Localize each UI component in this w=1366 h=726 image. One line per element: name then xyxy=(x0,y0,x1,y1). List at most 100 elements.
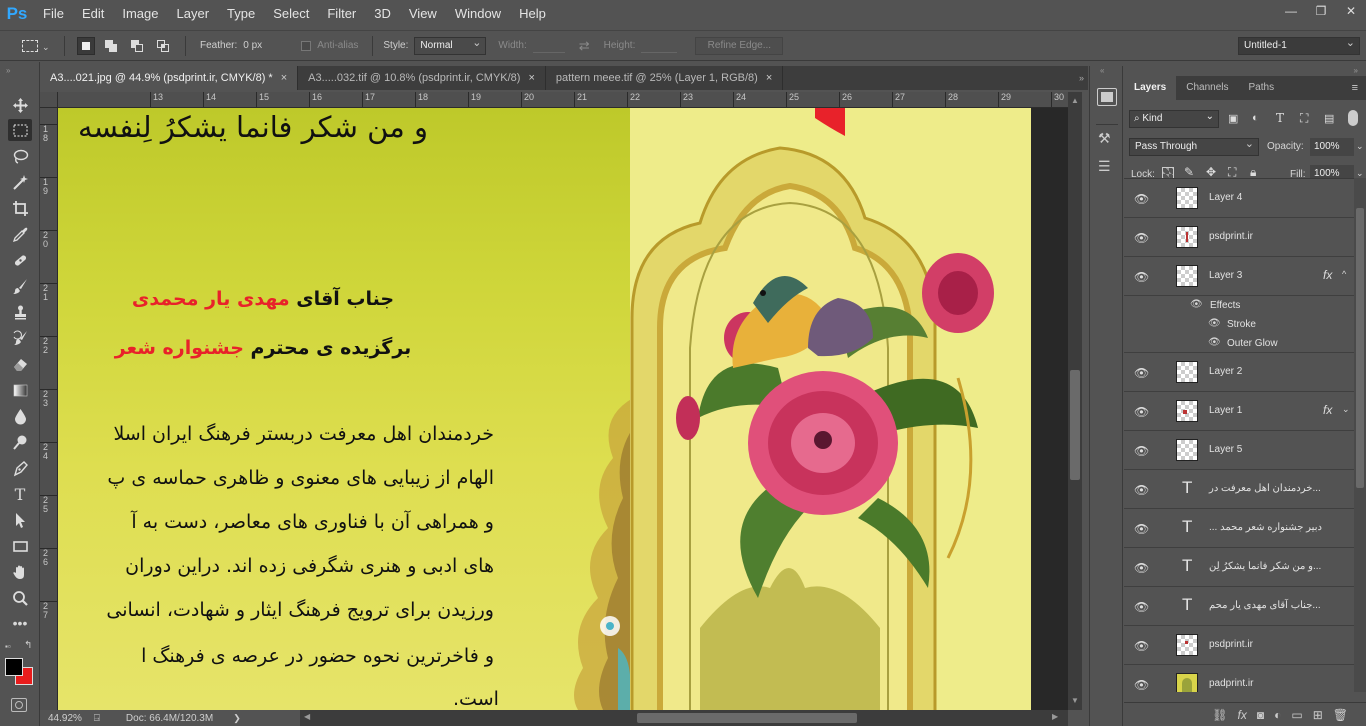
tab-document-3[interactable]: pattern meee.tif @ 25% (Layer 1, RGB/8) × xyxy=(546,66,784,90)
ruler-origin[interactable] xyxy=(40,92,58,108)
menu-3d[interactable]: 3D xyxy=(365,0,400,28)
visibility-eye-icon[interactable]: 👁︎ xyxy=(1134,192,1149,206)
width-input[interactable] xyxy=(532,39,565,53)
clone-stamp-tool-icon[interactable] xyxy=(8,301,32,323)
layer-row[interactable]: 👁︎ Layer 1 fx ⌄ xyxy=(1124,392,1366,431)
history-panel-icon[interactable] xyxy=(1097,88,1117,106)
tab-layers[interactable]: Layers xyxy=(1124,76,1177,100)
close-icon[interactable]: ✕ xyxy=(1336,0,1366,22)
subtract-selection-icon[interactable] xyxy=(129,37,147,55)
filter-toggle[interactable] xyxy=(1348,110,1358,126)
eyedropper-tool-icon[interactable] xyxy=(8,223,32,245)
layer-row[interactable]: 👁︎ Layer 5 xyxy=(1124,431,1366,470)
scroll-down-icon[interactable]: ▼ xyxy=(1071,696,1079,705)
link-layers-icon[interactable]: ⛓ xyxy=(1212,708,1227,722)
effect-row[interactable]: 👁︎ Outer Glow xyxy=(1124,334,1366,353)
visibility-eye-icon[interactable]: 👁︎ xyxy=(1134,600,1149,614)
opacity-chevron-icon[interactable]: ⌄ xyxy=(1356,141,1364,152)
layer-row[interactable]: 👁︎ Layer 2 xyxy=(1124,353,1366,392)
shape-filter-icon[interactable]: ⛶ xyxy=(1300,111,1308,126)
height-input[interactable] xyxy=(641,39,678,53)
smart-object-filter-icon[interactable]: ▤ xyxy=(1324,112,1334,125)
menu-select[interactable]: Select xyxy=(264,0,318,28)
layer-row[interactable]: 👁︎ Layer 4 xyxy=(1124,179,1366,218)
layer-row[interactable]: 👁︎ psdprint.ir xyxy=(1124,218,1366,257)
magic-wand-tool-icon[interactable] xyxy=(8,171,32,193)
add-mask-icon[interactable]: ◙ xyxy=(1257,708,1264,722)
crop-tool-icon[interactable] xyxy=(8,197,32,219)
tabs-overflow-icon[interactable]: » xyxy=(1075,66,1088,90)
menu-image[interactable]: Image xyxy=(113,0,167,28)
visibility-eye-icon[interactable]: 👁︎ xyxy=(1134,561,1149,575)
tab-close-icon[interactable]: × xyxy=(281,72,287,84)
fx-icon[interactable]: fx xyxy=(1323,403,1332,417)
vertical-scroll-thumb[interactable] xyxy=(1070,370,1080,480)
layer-row[interactable]: 👁︎ T و من شکر فانما یشکرُ لِن... xyxy=(1124,548,1366,587)
lock-paint-icon[interactable]: ✎ xyxy=(1184,165,1194,179)
type-tool-icon[interactable]: T xyxy=(8,483,32,505)
marquee-preset-icon[interactable]: ⌄ xyxy=(20,36,56,56)
quick-mask-icon[interactable] xyxy=(11,698,27,712)
visibility-eye-icon[interactable]: 👁︎ xyxy=(1208,318,1221,329)
vertical-ruler[interactable]: 1 8 1 9 2 0 2 1 2 2 2 3 2 4 2 5 2 6 2 7 xyxy=(40,108,58,710)
zoom-tool-icon[interactable] xyxy=(8,587,32,609)
visibility-eye-icon[interactable]: 👁︎ xyxy=(1134,522,1149,536)
swap-dimensions-icon[interactable]: ⇄ xyxy=(579,38,590,54)
refine-edge-button[interactable]: Refine Edge... xyxy=(695,36,784,55)
workspace-select[interactable]: Untitled-1 xyxy=(1238,35,1360,55)
opacity-input[interactable]: 100% xyxy=(1310,138,1354,156)
path-selection-tool-icon[interactable] xyxy=(8,509,32,531)
layers-scroll-thumb[interactable] xyxy=(1356,208,1364,488)
tab-close-icon[interactable]: × xyxy=(766,72,772,84)
style-select[interactable]: Normal xyxy=(414,35,487,55)
layer-row[interactable]: 👁︎ padprint.ir xyxy=(1124,665,1366,692)
export-icon[interactable]: ⍈ xyxy=(94,713,100,724)
zoom-level[interactable]: 44.92% xyxy=(48,713,82,724)
filter-kind-select[interactable]: ⌕ Kind ⌄ xyxy=(1129,110,1219,128)
visibility-eye-icon[interactable]: 👁︎ xyxy=(1134,483,1149,497)
menu-filter[interactable]: Filter xyxy=(318,0,365,28)
pen-tool-icon[interactable] xyxy=(8,457,32,479)
lock-position-icon[interactable]: ✥ xyxy=(1206,165,1216,179)
layer-row[interactable]: 👁︎ T جناب آقای مهدی یار محم... xyxy=(1124,587,1366,626)
rectangle-tool-icon[interactable] xyxy=(8,535,32,557)
scroll-left-icon[interactable]: ◀ xyxy=(304,712,310,721)
visibility-eye-icon[interactable]: 👁︎ xyxy=(1134,444,1149,458)
visibility-eye-icon[interactable]: 👁︎ xyxy=(1134,270,1149,284)
visibility-eye-icon[interactable]: 👁︎ xyxy=(1134,639,1149,653)
vertical-scrollbar[interactable]: ▲ ▼ xyxy=(1068,92,1082,710)
visibility-eye-icon[interactable]: 👁︎ xyxy=(1134,231,1149,245)
brush-panel-icon[interactable]: ⚒ xyxy=(1098,130,1111,147)
document-canvas[interactable]: و من شکر فانما یشکرُ لِنفسه جناب آقای مه… xyxy=(58,108,1031,710)
effects-row[interactable]: 👁︎ Effects xyxy=(1124,296,1366,315)
collapse-effects-icon[interactable]: ^ xyxy=(1342,269,1346,279)
feather-input[interactable]: 0 px xyxy=(243,40,297,51)
history-brush-tool-icon[interactable] xyxy=(8,327,32,349)
new-layer-icon[interactable]: ⊞ xyxy=(1313,708,1323,722)
horizontal-ruler[interactable]: 13 14 15 16 17 18 19 20 21 22 23 24 25 2… xyxy=(58,92,1068,108)
intersect-selection-icon[interactable] xyxy=(155,37,173,55)
fx-icon[interactable]: fx xyxy=(1323,268,1332,282)
menu-view[interactable]: View xyxy=(400,0,446,28)
gradient-tool-icon[interactable] xyxy=(8,379,32,401)
healing-brush-tool-icon[interactable] xyxy=(8,249,32,271)
expand-effects-icon[interactable]: ⌄ xyxy=(1342,404,1350,415)
horizontal-scroll-thumb[interactable] xyxy=(637,713,857,723)
add-style-icon[interactable]: fx xyxy=(1238,708,1247,722)
status-menu-icon[interactable]: ❯ xyxy=(233,713,241,724)
canvas-area[interactable]: و من شکر فانما یشکرُ لِنفسه جناب آقای مه… xyxy=(58,108,1068,710)
restore-icon[interactable]: ❐ xyxy=(1306,0,1336,22)
tab-document-1[interactable]: A3....021.jpg @ 44.9% (psdprint.ir, CMYK… xyxy=(40,66,299,90)
visibility-eye-icon[interactable]: 👁︎ xyxy=(1134,678,1149,692)
layer-row[interactable]: 👁︎ T خردمندان اهل معرفت در... xyxy=(1124,470,1366,509)
adjustment-filter-icon[interactable]: ◐ xyxy=(1252,112,1259,124)
blur-tool-icon[interactable] xyxy=(8,405,32,427)
dodge-tool-icon[interactable] xyxy=(8,431,32,453)
visibility-eye-icon[interactable]: 👁︎ xyxy=(1134,405,1149,419)
menu-type[interactable]: Type xyxy=(218,0,264,28)
collapse-panels-icon[interactable]: « xyxy=(1100,66,1104,75)
menu-help[interactable]: Help xyxy=(510,0,555,28)
eraser-tool-icon[interactable] xyxy=(8,353,32,375)
move-tool-icon[interactable] xyxy=(8,94,32,116)
rectangular-marquee-tool-icon[interactable] xyxy=(8,119,32,141)
